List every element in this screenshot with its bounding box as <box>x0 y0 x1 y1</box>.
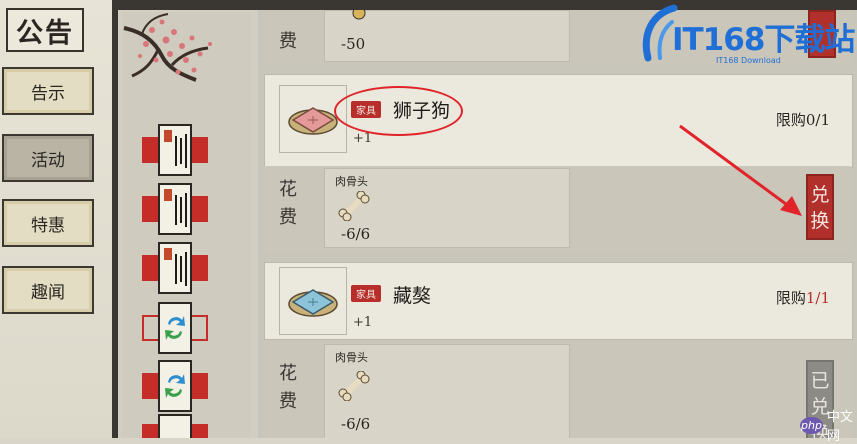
event-tab-scroll-1[interactable] <box>142 124 208 176</box>
cost-label-bottom: 费 <box>279 391 297 412</box>
watermark-logo-text: IT168下载站 <box>672 22 855 58</box>
watermark-logo-subtext: IT168 Download <box>716 56 781 65</box>
nav-tab-notice[interactable]: 告示 <box>2 67 94 115</box>
scroll-icon <box>158 242 192 294</box>
php-watermark-text: 中文网 <box>827 410 854 444</box>
event-tab-refresh-selected[interactable] <box>142 302 208 354</box>
blue-dog-bed-icon <box>288 289 338 317</box>
cost-label: 费 <box>279 31 297 52</box>
php-watermark: php 中文网 <box>800 410 857 444</box>
pointer-arrow-annotation <box>679 124 802 216</box>
cost-box: -50 <box>324 10 570 62</box>
shop-item-card: 家具 藏獒 +1 限购1/1 <box>264 262 853 340</box>
coin-icon <box>352 10 366 20</box>
cost-item-name: 肉骨头 <box>335 175 368 188</box>
limit-label: 限购 <box>775 289 806 307</box>
cost-amount: -50 <box>341 35 366 53</box>
nav-tab-news[interactable]: 趣闻 <box>2 266 94 314</box>
cost-row: 花 费 肉骨头 -6/6 已 兑 换 <box>264 340 851 438</box>
nav-tab-event[interactable]: 活动 <box>2 134 94 182</box>
purchase-limit: 限购1/1 <box>776 287 830 308</box>
announcement-nav: 公告 告示 活动 特惠 趣闻 <box>0 0 112 438</box>
scroll-icon <box>158 183 192 235</box>
bone-icon <box>338 371 370 401</box>
cost-item-name: 肉骨头 <box>335 351 368 364</box>
nav-tab-special-offer[interactable]: 特惠 <box>2 199 94 247</box>
cost-box: 肉骨头 -6/6 <box>324 344 570 438</box>
refresh-icon <box>158 360 192 412</box>
event-tab-scroll-2[interactable] <box>142 183 208 235</box>
php-badge: php <box>800 416 824 434</box>
cost-amount: -6/6 <box>341 225 371 243</box>
limit-count: 1/1 <box>805 289 830 307</box>
refresh-icon <box>158 302 192 354</box>
pink-dog-bed-icon <box>288 107 338 135</box>
event-tab-partial[interactable] <box>142 414 208 438</box>
item-quantity: +1 <box>353 315 373 330</box>
scroll-icon <box>158 124 192 176</box>
cost-amount: -6/6 <box>341 415 371 433</box>
highlight-circle-annotation <box>334 86 463 136</box>
item-image-box <box>279 267 347 335</box>
redeem-char: 换 <box>810 210 830 232</box>
redeem-button[interactable]: 兑 换 <box>806 174 834 240</box>
cost-label-bottom: 费 <box>279 207 297 228</box>
redeem-char: 已 <box>810 370 830 392</box>
bone-icon <box>338 191 370 221</box>
announcement-title: 公告 <box>6 8 84 52</box>
event-tab-refresh[interactable] <box>142 360 208 412</box>
event-tab-scroll-3[interactable] <box>142 242 208 294</box>
cost-box: 肉骨头 -6/6 <box>324 168 570 248</box>
redeem-char: 兑 <box>810 184 830 206</box>
cost-label-top: 花 <box>279 179 297 200</box>
cost-label-top: 花 <box>279 363 297 384</box>
item-name: 藏獒 <box>393 285 432 307</box>
plum-blossom-decoration <box>123 13 212 82</box>
scroll-icon <box>158 414 192 438</box>
item-category-tag: 家具 <box>351 285 381 302</box>
